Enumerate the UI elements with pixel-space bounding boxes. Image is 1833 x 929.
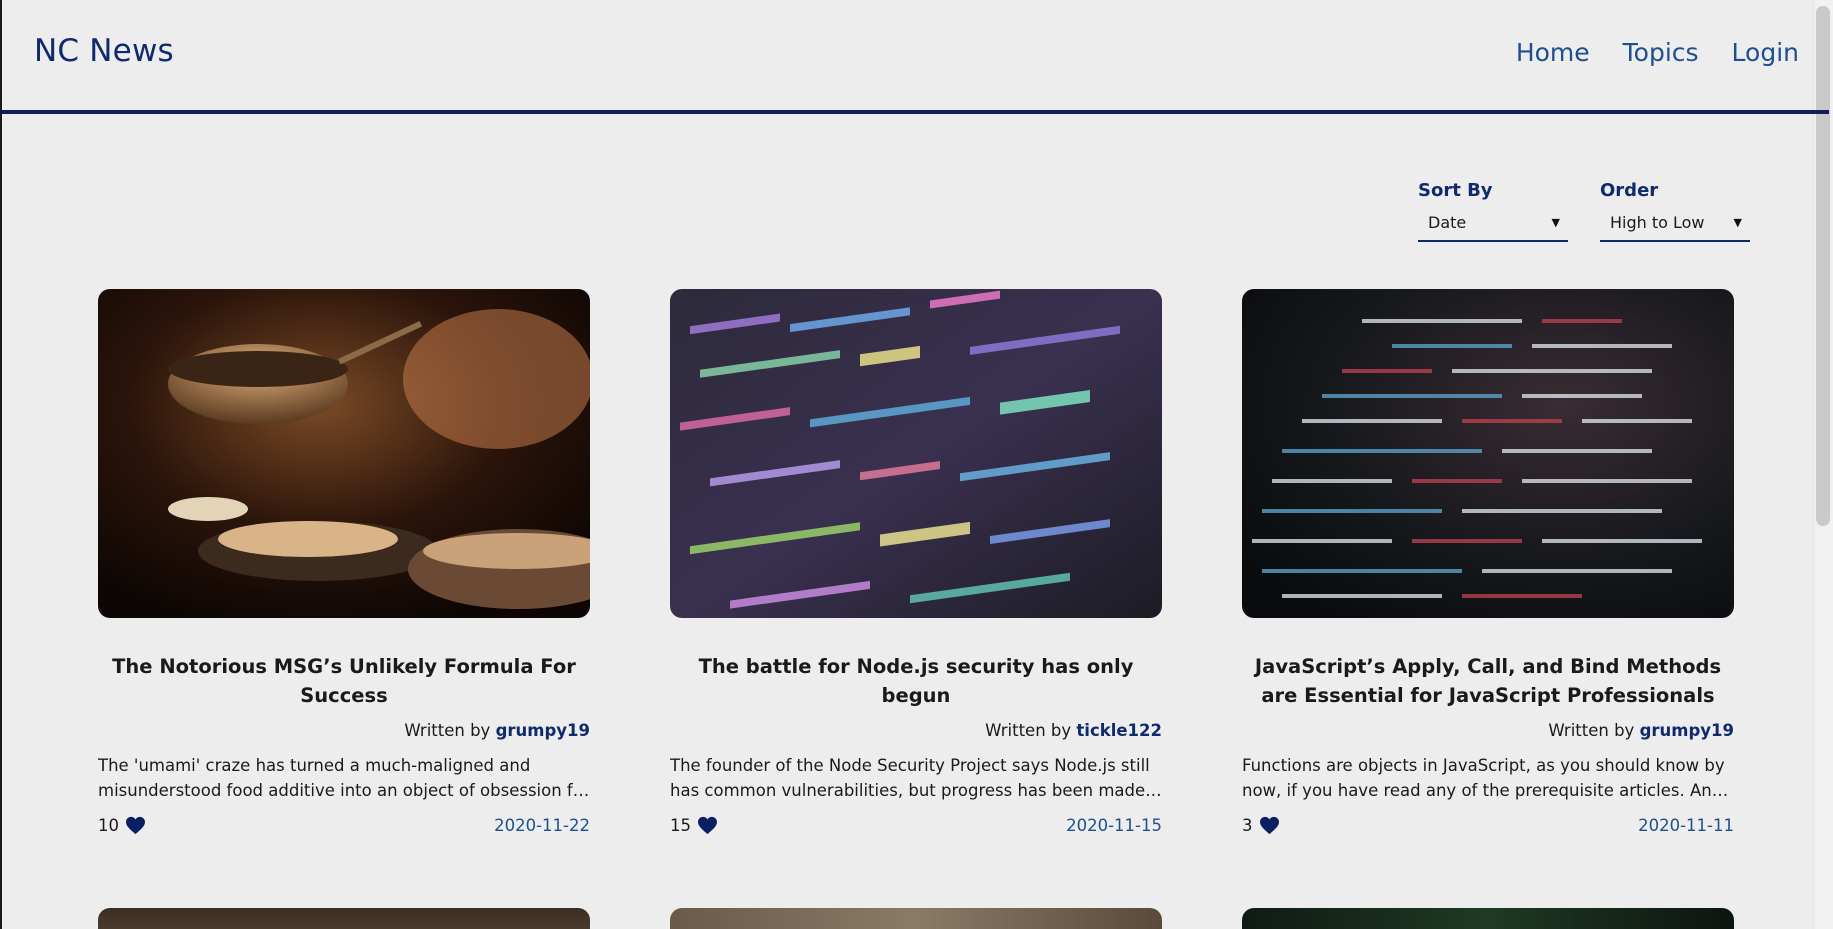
vote-count: 10 xyxy=(98,816,119,835)
article-image-next-row[interactable] xyxy=(98,908,590,929)
article-meta: 15 2020-11-15 xyxy=(670,816,1162,835)
article-meta: 3 2020-11-11 xyxy=(1242,816,1734,835)
sort-by-select[interactable]: Date ▼ xyxy=(1418,211,1568,242)
article-image[interactable] xyxy=(1242,289,1734,618)
article-date: 2020-11-15 xyxy=(1066,816,1162,835)
article-title[interactable]: The Notorious MSG’s Unlikely Formula For… xyxy=(98,652,590,710)
article-card[interactable]: JavaScript’s Apply, Call, and Bind Metho… xyxy=(1242,289,1734,835)
vote-count: 3 xyxy=(1242,816,1253,835)
nav-home-link[interactable]: Home xyxy=(1516,38,1590,67)
article-title[interactable]: JavaScript’s Apply, Call, and Bind Metho… xyxy=(1242,652,1734,710)
vote-count: 15 xyxy=(670,816,691,835)
article-date: 2020-11-22 xyxy=(494,816,590,835)
chevron-down-icon: ▼ xyxy=(1551,216,1560,229)
sort-by-value: Date xyxy=(1428,213,1467,232)
sort-by-label: Sort By xyxy=(1418,180,1493,201)
vote-count-group: 10 xyxy=(98,816,146,835)
article-card[interactable]: The battle for Node.js security has only… xyxy=(670,289,1162,835)
article-title-wrap: JavaScript’s Apply, Call, and Bind Metho… xyxy=(1242,636,1734,710)
heart-icon[interactable] xyxy=(697,816,718,835)
heart-icon[interactable] xyxy=(1259,816,1280,835)
article-title[interactable]: The battle for Node.js security has only… xyxy=(670,652,1162,710)
chevron-down-icon: ▼ xyxy=(1733,216,1742,229)
author-link[interactable]: tickle122 xyxy=(1076,721,1162,740)
vertical-scrollbar[interactable] xyxy=(1813,0,1833,929)
order-select[interactable]: High to Low ▼ xyxy=(1600,211,1750,242)
article-card[interactable]: The Notorious MSG’s Unlikely Formula For… xyxy=(98,289,590,835)
site-logo[interactable]: NC News xyxy=(34,33,174,69)
article-image-next-row[interactable] xyxy=(1242,908,1734,929)
author-link[interactable]: grumpy19 xyxy=(496,721,590,740)
article-excerpt: Functions are objects in JavaScript, as … xyxy=(1242,756,1725,800)
article-meta: 10 2020-11-22 xyxy=(98,816,590,835)
vote-count-group: 15 xyxy=(670,816,718,835)
article-author-line: Written by grumpy19 xyxy=(98,721,590,740)
article-image[interactable] xyxy=(98,289,590,618)
window-edge xyxy=(0,0,2,929)
article-title-wrap: The battle for Node.js security has only… xyxy=(670,636,1162,710)
heart-icon[interactable] xyxy=(125,816,146,835)
article-excerpt: The founder of the Node Security Project… xyxy=(670,756,1150,800)
article-author-line: Written by tickle122 xyxy=(670,721,1162,740)
main-nav: Home Topics Login xyxy=(1516,38,1799,67)
article-title-wrap: The Notorious MSG’s Unlikely Formula For… xyxy=(98,636,590,710)
article-excerpt: The 'umami' craze has turned a much-mali… xyxy=(98,756,590,800)
nav-login-link[interactable]: Login xyxy=(1732,38,1799,67)
site-header: NC News Home Topics Login xyxy=(2,0,1829,114)
written-by-label: Written by xyxy=(404,721,491,740)
vote-count-group: 3 xyxy=(1242,816,1280,835)
nav-topics-link[interactable]: Topics xyxy=(1623,38,1699,67)
article-author-line: Written by grumpy19 xyxy=(1242,721,1734,740)
order-control: Order High to Low ▼ xyxy=(1600,180,1750,242)
written-by-label: Written by xyxy=(1548,721,1635,740)
article-image[interactable] xyxy=(670,289,1162,618)
article-date: 2020-11-11 xyxy=(1638,816,1734,835)
author-link[interactable]: grumpy19 xyxy=(1640,721,1734,740)
sort-by-control: Sort By Date ▼ xyxy=(1418,180,1568,242)
written-by-label: Written by xyxy=(985,721,1072,740)
order-label: Order xyxy=(1600,180,1659,201)
order-value: High to Low xyxy=(1610,213,1705,232)
article-image-next-row[interactable] xyxy=(670,908,1162,929)
